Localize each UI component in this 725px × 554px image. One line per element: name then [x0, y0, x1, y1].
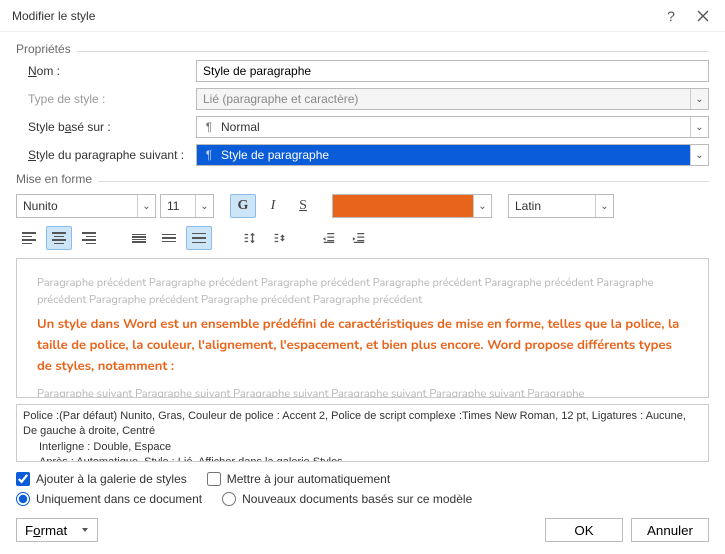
- underline-button[interactable]: S: [290, 194, 316, 218]
- chevron-down-icon[interactable]: ⌄: [473, 195, 491, 217]
- section-formatting: Mise en forme: [16, 172, 709, 186]
- line-spacing-1-5-button[interactable]: [156, 226, 182, 250]
- help-button[interactable]: ?: [655, 2, 687, 30]
- align-center-button[interactable]: [46, 226, 72, 250]
- font-color-combo[interactable]: ⌄: [332, 194, 492, 218]
- chevron-down-icon: ⌄: [690, 89, 708, 109]
- next-style-combo[interactable]: ¶Style de paragraphe ⌄: [196, 144, 709, 166]
- section-properties: Propriétés: [16, 42, 709, 56]
- color-swatch: [333, 195, 473, 217]
- next-style-label: Style du paragraphe suivant :: [16, 148, 196, 162]
- chevron-down-icon[interactable]: ⌄: [137, 195, 155, 217]
- add-to-gallery-checkbox[interactable]: Ajouter à la galerie de styles: [16, 472, 187, 486]
- style-description: Police :(Par défaut) Nunito, Gras, Coule…: [16, 404, 709, 462]
- preview-before: Paragraphe précédent Paragraphe précéden…: [37, 275, 688, 308]
- window-title: Modifier le style: [12, 9, 655, 23]
- line-spacing-2-button[interactable]: [186, 226, 212, 250]
- line-spacing-1-button[interactable]: [126, 226, 152, 250]
- chevron-down-icon[interactable]: ⌄: [595, 195, 613, 217]
- preview-box: Paragraphe précédent Paragraphe précéden…: [16, 258, 709, 398]
- type-label: Type de style :: [16, 92, 196, 106]
- chevron-down-icon[interactable]: ⌄: [195, 195, 213, 217]
- format-dropdown-button[interactable]: Format: [16, 518, 98, 542]
- increase-indent-button[interactable]: [346, 226, 372, 250]
- increase-para-spacing-button[interactable]: [236, 226, 262, 250]
- based-on-label: Style basé sur :: [16, 120, 196, 134]
- properties-heading: Propriétés: [16, 42, 77, 56]
- script-combo[interactable]: Latin ⌄: [508, 194, 614, 218]
- close-button[interactable]: [687, 2, 719, 30]
- auto-update-checkbox[interactable]: Mettre à jour automatiquement: [207, 472, 390, 486]
- formatting-heading: Mise en forme: [16, 172, 98, 186]
- ok-button[interactable]: OK: [545, 518, 623, 542]
- name-input[interactable]: [196, 60, 709, 82]
- preview-after: Paragraphe suivant Paragraphe suivant Pa…: [37, 386, 688, 398]
- align-right-button[interactable]: [76, 226, 102, 250]
- based-on-combo[interactable]: ¶Normal ⌄: [196, 116, 709, 138]
- titlebar: Modifier le style ?: [0, 0, 725, 32]
- bold-button[interactable]: G: [230, 194, 256, 218]
- font-family-combo[interactable]: Nunito ⌄: [16, 194, 156, 218]
- decrease-para-spacing-button[interactable]: [266, 226, 292, 250]
- italic-button[interactable]: I: [260, 194, 286, 218]
- chevron-down-icon[interactable]: ⌄: [690, 145, 708, 165]
- only-this-document-radio[interactable]: Uniquement dans ce document: [16, 492, 202, 506]
- chevron-down-icon[interactable]: ⌄: [690, 117, 708, 137]
- new-documents-radio[interactable]: Nouveaux documents basés sur ce modèle: [222, 492, 472, 506]
- pilcrow-icon: ¶: [203, 120, 215, 134]
- decrease-indent-button[interactable]: [316, 226, 342, 250]
- preview-main: Un style dans Word est un ensemble prédé…: [37, 314, 688, 376]
- type-combo: Lié (paragraphe et caractère) ⌄: [196, 88, 709, 110]
- cancel-button[interactable]: Annuler: [631, 518, 709, 542]
- font-size-combo[interactable]: 11 ⌄: [160, 194, 214, 218]
- align-left-button[interactable]: [16, 226, 42, 250]
- pilcrow-icon: ¶: [203, 148, 215, 162]
- name-label: Nom :: [16, 64, 196, 78]
